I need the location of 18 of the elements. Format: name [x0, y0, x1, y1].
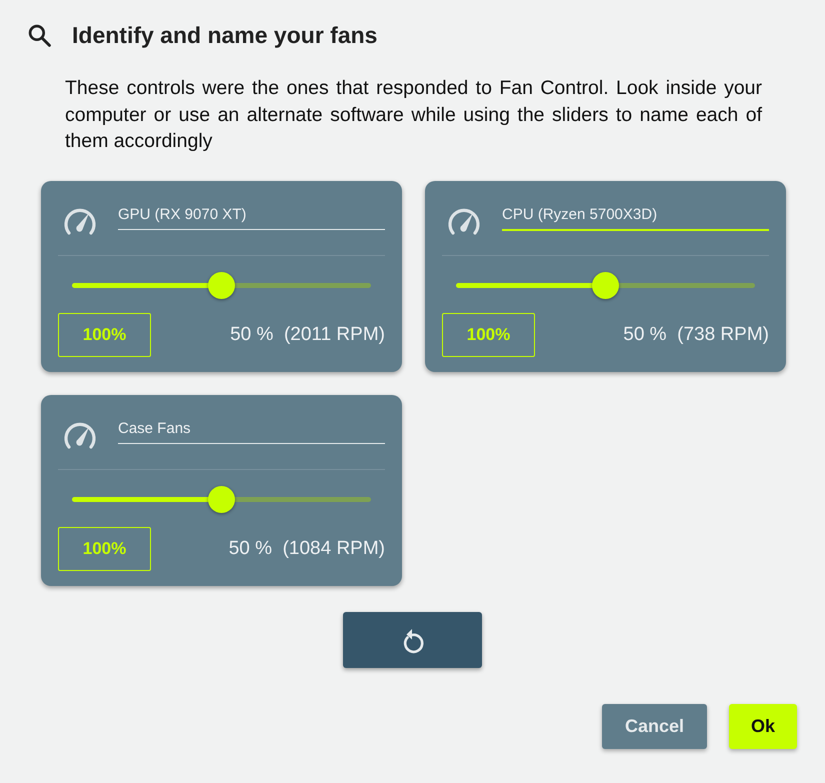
max-speed-button[interactable]: 100%: [58, 526, 151, 570]
cancel-button[interactable]: Cancel: [602, 704, 707, 748]
slider-thumb[interactable]: [592, 272, 619, 298]
search-icon: [27, 23, 52, 48]
reset-button[interactable]: [342, 612, 482, 668]
fan-name-field[interactable]: CPU (Ryzen 5700X3D): [502, 202, 769, 230]
description-text: These controls were the ones that responded to Fan Control. Look inside your computer or use an alternate software while using the sliders to name each of them accordingly: [65, 76, 762, 154]
max-speed-button[interactable]: 100%: [58, 312, 151, 356]
fan-name-field[interactable]: Case Fans: [118, 416, 385, 444]
dialog-title: Identify and name your fans: [72, 22, 378, 49]
speed-reading: 50 % (2011 RPM): [230, 324, 385, 346]
ok-button[interactable]: Ok: [729, 704, 797, 748]
max-speed-button[interactable]: 100%: [442, 312, 535, 356]
fan-name-field[interactable]: GPU (RX 9070 XT): [118, 202, 385, 230]
slider-thumb[interactable]: [208, 486, 235, 512]
slider-thumb[interactable]: [208, 272, 235, 298]
speed-reading: 50 % (738 RPM): [623, 324, 769, 346]
speed-reading: 50 % (1084 RPM): [228, 538, 385, 560]
